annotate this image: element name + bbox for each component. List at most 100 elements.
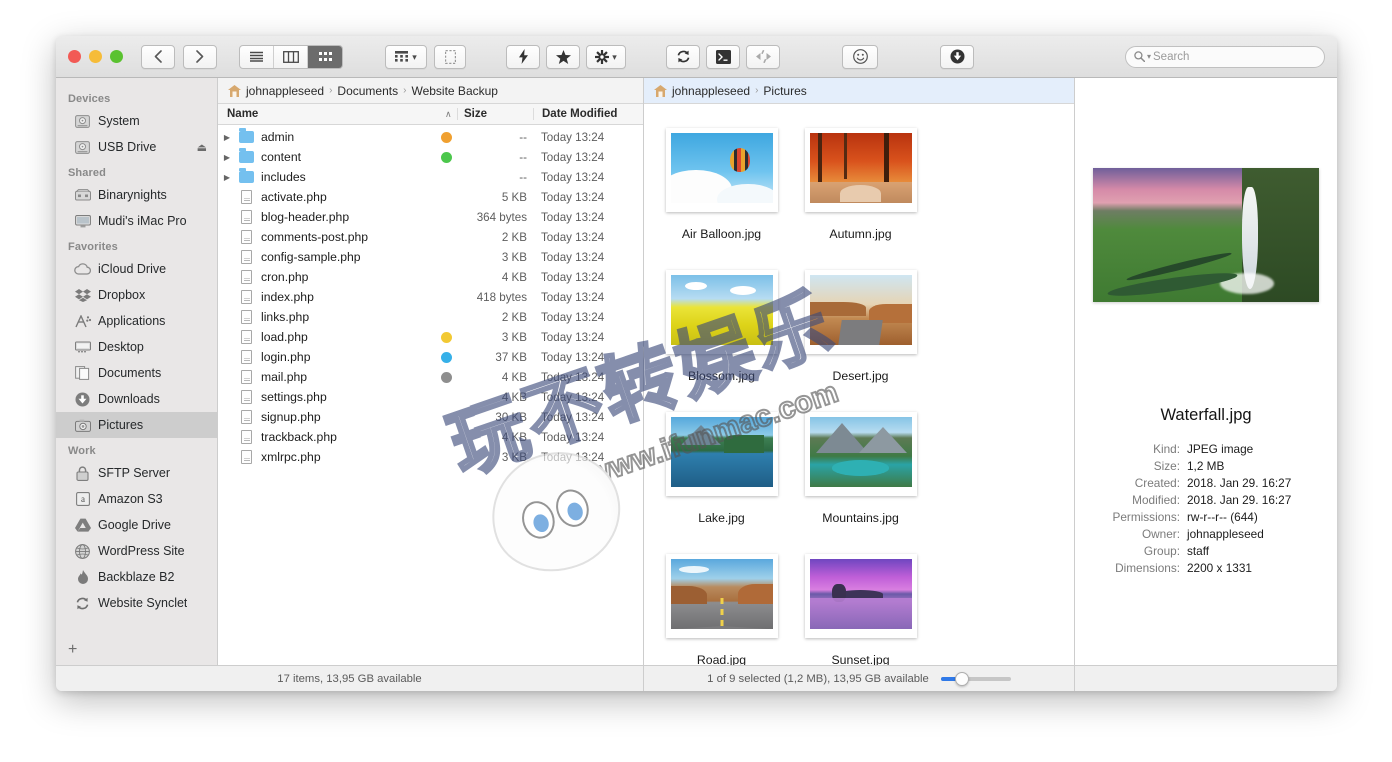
table-row[interactable]: comments-post.php 2 KB Today 13:24 [218, 227, 643, 247]
list-item[interactable]: Lake.jpg [652, 404, 791, 530]
compare-icon[interactable] [746, 44, 780, 69]
table-row[interactable]: ▶ content -- Today 13:24 [218, 147, 643, 167]
icon-view-icon[interactable] [308, 45, 342, 68]
crumb-1[interactable]: Documents [337, 84, 398, 98]
sidebar-item-usb-drive[interactable]: USB Drive ⏏ [56, 134, 217, 160]
column-header-date[interactable]: Date Modified [533, 108, 643, 120]
zoom-button[interactable] [110, 50, 123, 63]
disclosure-triangle-icon[interactable]: ▶ [218, 133, 236, 142]
favorites-star-icon[interactable] [546, 44, 580, 69]
metadata-value: 1,2 MB [1187, 459, 1225, 473]
terminal-icon[interactable] [706, 44, 740, 69]
sidebar-scroll[interactable]: Devices System USB Drive ⏏ Shared Binarynight… [56, 86, 217, 635]
icon-view-scroll[interactable]: Air Balloon.jpg Autumn.jpg Blossom.jpg Dese… [644, 104, 1074, 665]
table-row[interactable]: settings.php 4 KB Today 13:24 [218, 387, 643, 407]
item-label[interactable]: Desert.jpg [827, 368, 893, 384]
list-item[interactable]: Autumn.jpg [791, 120, 930, 246]
sidebar-item-sftp-server[interactable]: SFTP Server [56, 460, 217, 486]
table-row[interactable]: load.php 3 KB Today 13:24 [218, 327, 643, 347]
table-row[interactable]: index.php 418 bytes Today 13:24 [218, 287, 643, 307]
sidebar-item-label: Documents [98, 366, 162, 380]
tag-dot[interactable] [435, 151, 457, 163]
sidebar-item-binarynights[interactable]: Binarynights [56, 182, 217, 208]
sync-refresh-icon[interactable] [666, 44, 700, 69]
table-row[interactable]: blog-header.php 364 bytes Today 13:24 [218, 207, 643, 227]
table-row[interactable]: signup.php 30 KB Today 13:24 [218, 407, 643, 427]
list-item[interactable]: Mountains.jpg [791, 404, 930, 530]
crumb-1[interactable]: Pictures [763, 84, 806, 98]
sidebar-item-wordpress-site[interactable]: WordPress Site [56, 538, 217, 564]
list-item[interactable]: Road.jpg [652, 546, 791, 665]
file-list[interactable]: ▶ admin -- Today 13:24 ▶ content -- Today 13:24… [218, 125, 643, 665]
item-label[interactable]: Sunset.jpg [826, 652, 894, 665]
sidebar-item-desktop[interactable]: Desktop [56, 334, 217, 360]
item-label[interactable]: Lake.jpg [693, 510, 750, 526]
list-view-icon[interactable] [240, 45, 274, 68]
table-row[interactable]: ▶ admin -- Today 13:24 [218, 127, 643, 147]
table-row[interactable]: ▶ includes -- Today 13:24 [218, 167, 643, 187]
table-row[interactable]: config-sample.php 3 KB Today 13:24 [218, 247, 643, 267]
item-label[interactable]: Air Balloon.jpg [677, 226, 766, 242]
search-field[interactable]: ▾ Search [1125, 45, 1325, 68]
metadata-value: JPEG image [1187, 442, 1254, 456]
quick-look-button[interactable] [434, 44, 466, 69]
sidebar-item-google-drive[interactable]: Google Drive [56, 512, 217, 538]
arrange-button[interactable]: ▾ [385, 44, 427, 69]
list-item[interactable]: Desert.jpg [791, 262, 930, 388]
disclosure-triangle-icon[interactable]: ▶ [218, 153, 236, 162]
sidebar-item-dropbox[interactable]: Dropbox [56, 282, 217, 308]
sidebar-add-button[interactable]: + [56, 635, 217, 665]
left-breadcrumb[interactable]: johnappleseed › Documents › Website Back… [218, 78, 643, 104]
sidebar-item-website-synclet[interactable]: Website Synclet [56, 590, 217, 616]
right-breadcrumb[interactable]: johnappleseed › Pictures [644, 78, 1074, 104]
crumb-2[interactable]: Website Backup [411, 84, 498, 98]
file-size: -- [519, 170, 527, 184]
tag-dot[interactable] [435, 131, 457, 143]
sidebar-item-system[interactable]: System [56, 108, 217, 134]
sidebar-item-applications[interactable]: Applications [56, 308, 217, 334]
list-item[interactable]: Blossom.jpg [652, 262, 791, 388]
lightning-icon[interactable] [506, 44, 540, 69]
minimize-button[interactable] [89, 50, 102, 63]
sidebar-item-downloads[interactable]: Downloads [56, 386, 217, 412]
sidebar-item-amazon-s3[interactable]: a Amazon S3 [56, 486, 217, 512]
tag-dot[interactable] [435, 371, 457, 383]
column-header-name[interactable]: Name [218, 108, 445, 120]
tag-dot[interactable] [435, 351, 457, 363]
table-row[interactable]: trackback.php 4 KB Today 13:24 [218, 427, 643, 447]
crumb-0[interactable]: johnappleseed [672, 84, 750, 98]
table-row[interactable]: mail.php 4 KB Today 13:24 [218, 367, 643, 387]
file-name: settings.php [261, 390, 327, 404]
forward-button[interactable] [183, 44, 217, 69]
tag-dot[interactable] [435, 331, 457, 343]
table-row[interactable]: login.php 37 KB Today 13:24 [218, 347, 643, 367]
zoom-slider[interactable] [940, 671, 1011, 686]
sidebar-item-mudi-s-imac-pro[interactable]: Mudi's iMac Pro [56, 208, 217, 234]
list-item[interactable]: Sunset.jpg [791, 546, 930, 665]
emoji-icon[interactable] [842, 44, 878, 69]
item-label[interactable]: Autumn.jpg [824, 226, 896, 242]
close-button[interactable] [68, 50, 81, 63]
table-row[interactable]: links.php 2 KB Today 13:24 [218, 307, 643, 327]
item-label[interactable]: Blossom.jpg [683, 368, 760, 384]
download-icon[interactable] [940, 44, 974, 69]
sidebar-item-pictures[interactable]: Pictures [56, 412, 217, 438]
eject-icon[interactable]: ⏏ [197, 141, 207, 154]
table-row[interactable]: activate.php 5 KB Today 13:24 [218, 187, 643, 207]
zoom-slider-knob[interactable] [954, 671, 969, 686]
table-row[interactable]: xmlrpc.php 3 KB Today 13:24 [218, 447, 643, 467]
table-row[interactable]: cron.php 4 KB Today 13:24 [218, 267, 643, 287]
sidebar-item-documents[interactable]: Documents [56, 360, 217, 386]
item-label[interactable]: Mountains.jpg [817, 510, 904, 526]
sidebar-item-icloud-drive[interactable]: iCloud Drive [56, 256, 217, 282]
imac-icon [74, 214, 91, 228]
column-header-size[interactable]: Size [457, 108, 533, 120]
sidebar-item-backblaze-b2[interactable]: Backblaze B2 [56, 564, 217, 590]
disclosure-triangle-icon[interactable]: ▶ [218, 173, 236, 182]
back-button[interactable] [141, 44, 175, 69]
column-view-icon[interactable] [274, 45, 308, 68]
list-item[interactable]: Air Balloon.jpg [652, 120, 791, 246]
gear-button[interactable]: ▾ [586, 44, 626, 69]
crumb-0[interactable]: johnappleseed [246, 84, 324, 98]
item-label[interactable]: Road.jpg [692, 652, 751, 665]
